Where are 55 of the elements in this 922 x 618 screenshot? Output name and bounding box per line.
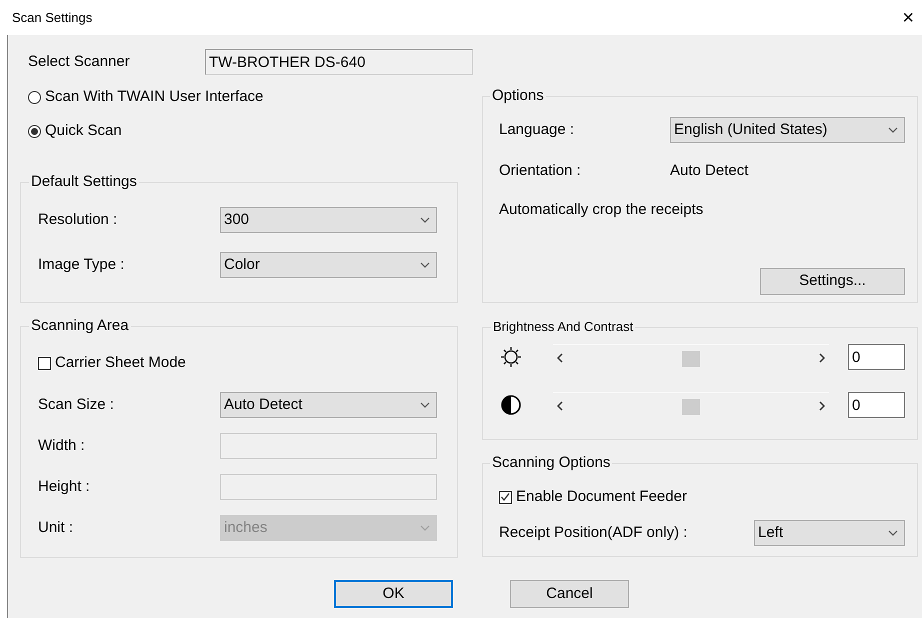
- field-label: Language :: [499, 120, 576, 140]
- field-label: Width :: [38, 436, 86, 456]
- slider-thumb[interactable]: [682, 399, 700, 415]
- dropdown[interactable]: 300: [220, 207, 437, 233]
- field-label: Orientation :: [499, 160, 582, 181]
- radio-label[interactable]: Quick Scan: [45, 120, 122, 142]
- chevron-right-icon: [819, 352, 825, 362]
- radio-label[interactable]: Scan With TWAIN User Interface: [45, 86, 264, 108]
- scanner-field[interactable]: TW-BROTHER DS-640: [205, 49, 473, 75]
- chevron-down-icon: [888, 127, 898, 133]
- field-value: Auto Detect: [670, 160, 748, 181]
- field-label: Resolution :: [38, 210, 118, 230]
- chevron-down-icon: [420, 262, 430, 268]
- chevron-down-icon: [420, 402, 430, 408]
- field-label: Image Type :: [38, 254, 126, 275]
- window-title: Scan Settings: [12, 8, 92, 27]
- contrast-icon: [500, 394, 522, 416]
- slider-track[interactable]: [553, 392, 829, 418]
- ok-button[interactable]: OK: [334, 580, 453, 608]
- checkbox[interactable]: [38, 356, 51, 370]
- info-text: Automatically crop the receipts: [499, 200, 704, 220]
- cancel-button[interactable]: Cancel: [510, 580, 629, 608]
- checkbox-label[interactable]: Carrier Sheet Mode: [55, 352, 186, 374]
- slider-track[interactable]: [553, 344, 829, 370]
- group-title: Scanning Options: [491, 454, 612, 472]
- field-label: Receipt Position(ADF only) :: [499, 522, 688, 543]
- dropdown[interactable]: Auto Detect: [220, 392, 437, 418]
- chevron-left-icon: [557, 400, 563, 410]
- chevron-down-icon: [420, 525, 430, 531]
- chevron-left-icon: [557, 352, 563, 362]
- group-title: Brightness And Contrast: [492, 318, 634, 336]
- radio-button[interactable]: [28, 124, 41, 138]
- dropdown[interactable]: Color: [220, 252, 437, 278]
- chevron-down-icon: [888, 530, 898, 536]
- dropdown[interactable]: Left: [754, 520, 905, 546]
- close-button[interactable]: ×: [900, 8, 916, 28]
- field-label: Height :: [38, 476, 91, 497]
- group-title: Scanning Area: [30, 317, 130, 335]
- group-title: Options: [491, 87, 545, 105]
- dropdown[interactable]: English (United States): [670, 117, 905, 143]
- chevron-down-icon: [420, 217, 430, 223]
- radio-button[interactable]: [28, 90, 41, 104]
- value-field[interactable]: 0: [848, 392, 905, 418]
- group-title: Default Settings: [30, 173, 138, 191]
- field-label: Select Scanner: [28, 52, 131, 72]
- field-label: Unit :: [38, 518, 74, 538]
- field-label: Scan Size :: [38, 394, 115, 415]
- sun-icon: [500, 346, 522, 368]
- slider-thumb[interactable]: [682, 351, 700, 367]
- settings-button[interactable]: Settings...: [760, 268, 905, 295]
- chevron-right-icon: [819, 400, 825, 410]
- dropdown: inches: [220, 515, 437, 541]
- checkbox[interactable]: [499, 490, 512, 504]
- checkbox-label[interactable]: Enable Document Feeder: [516, 486, 687, 508]
- value-field[interactable]: 0: [848, 344, 905, 370]
